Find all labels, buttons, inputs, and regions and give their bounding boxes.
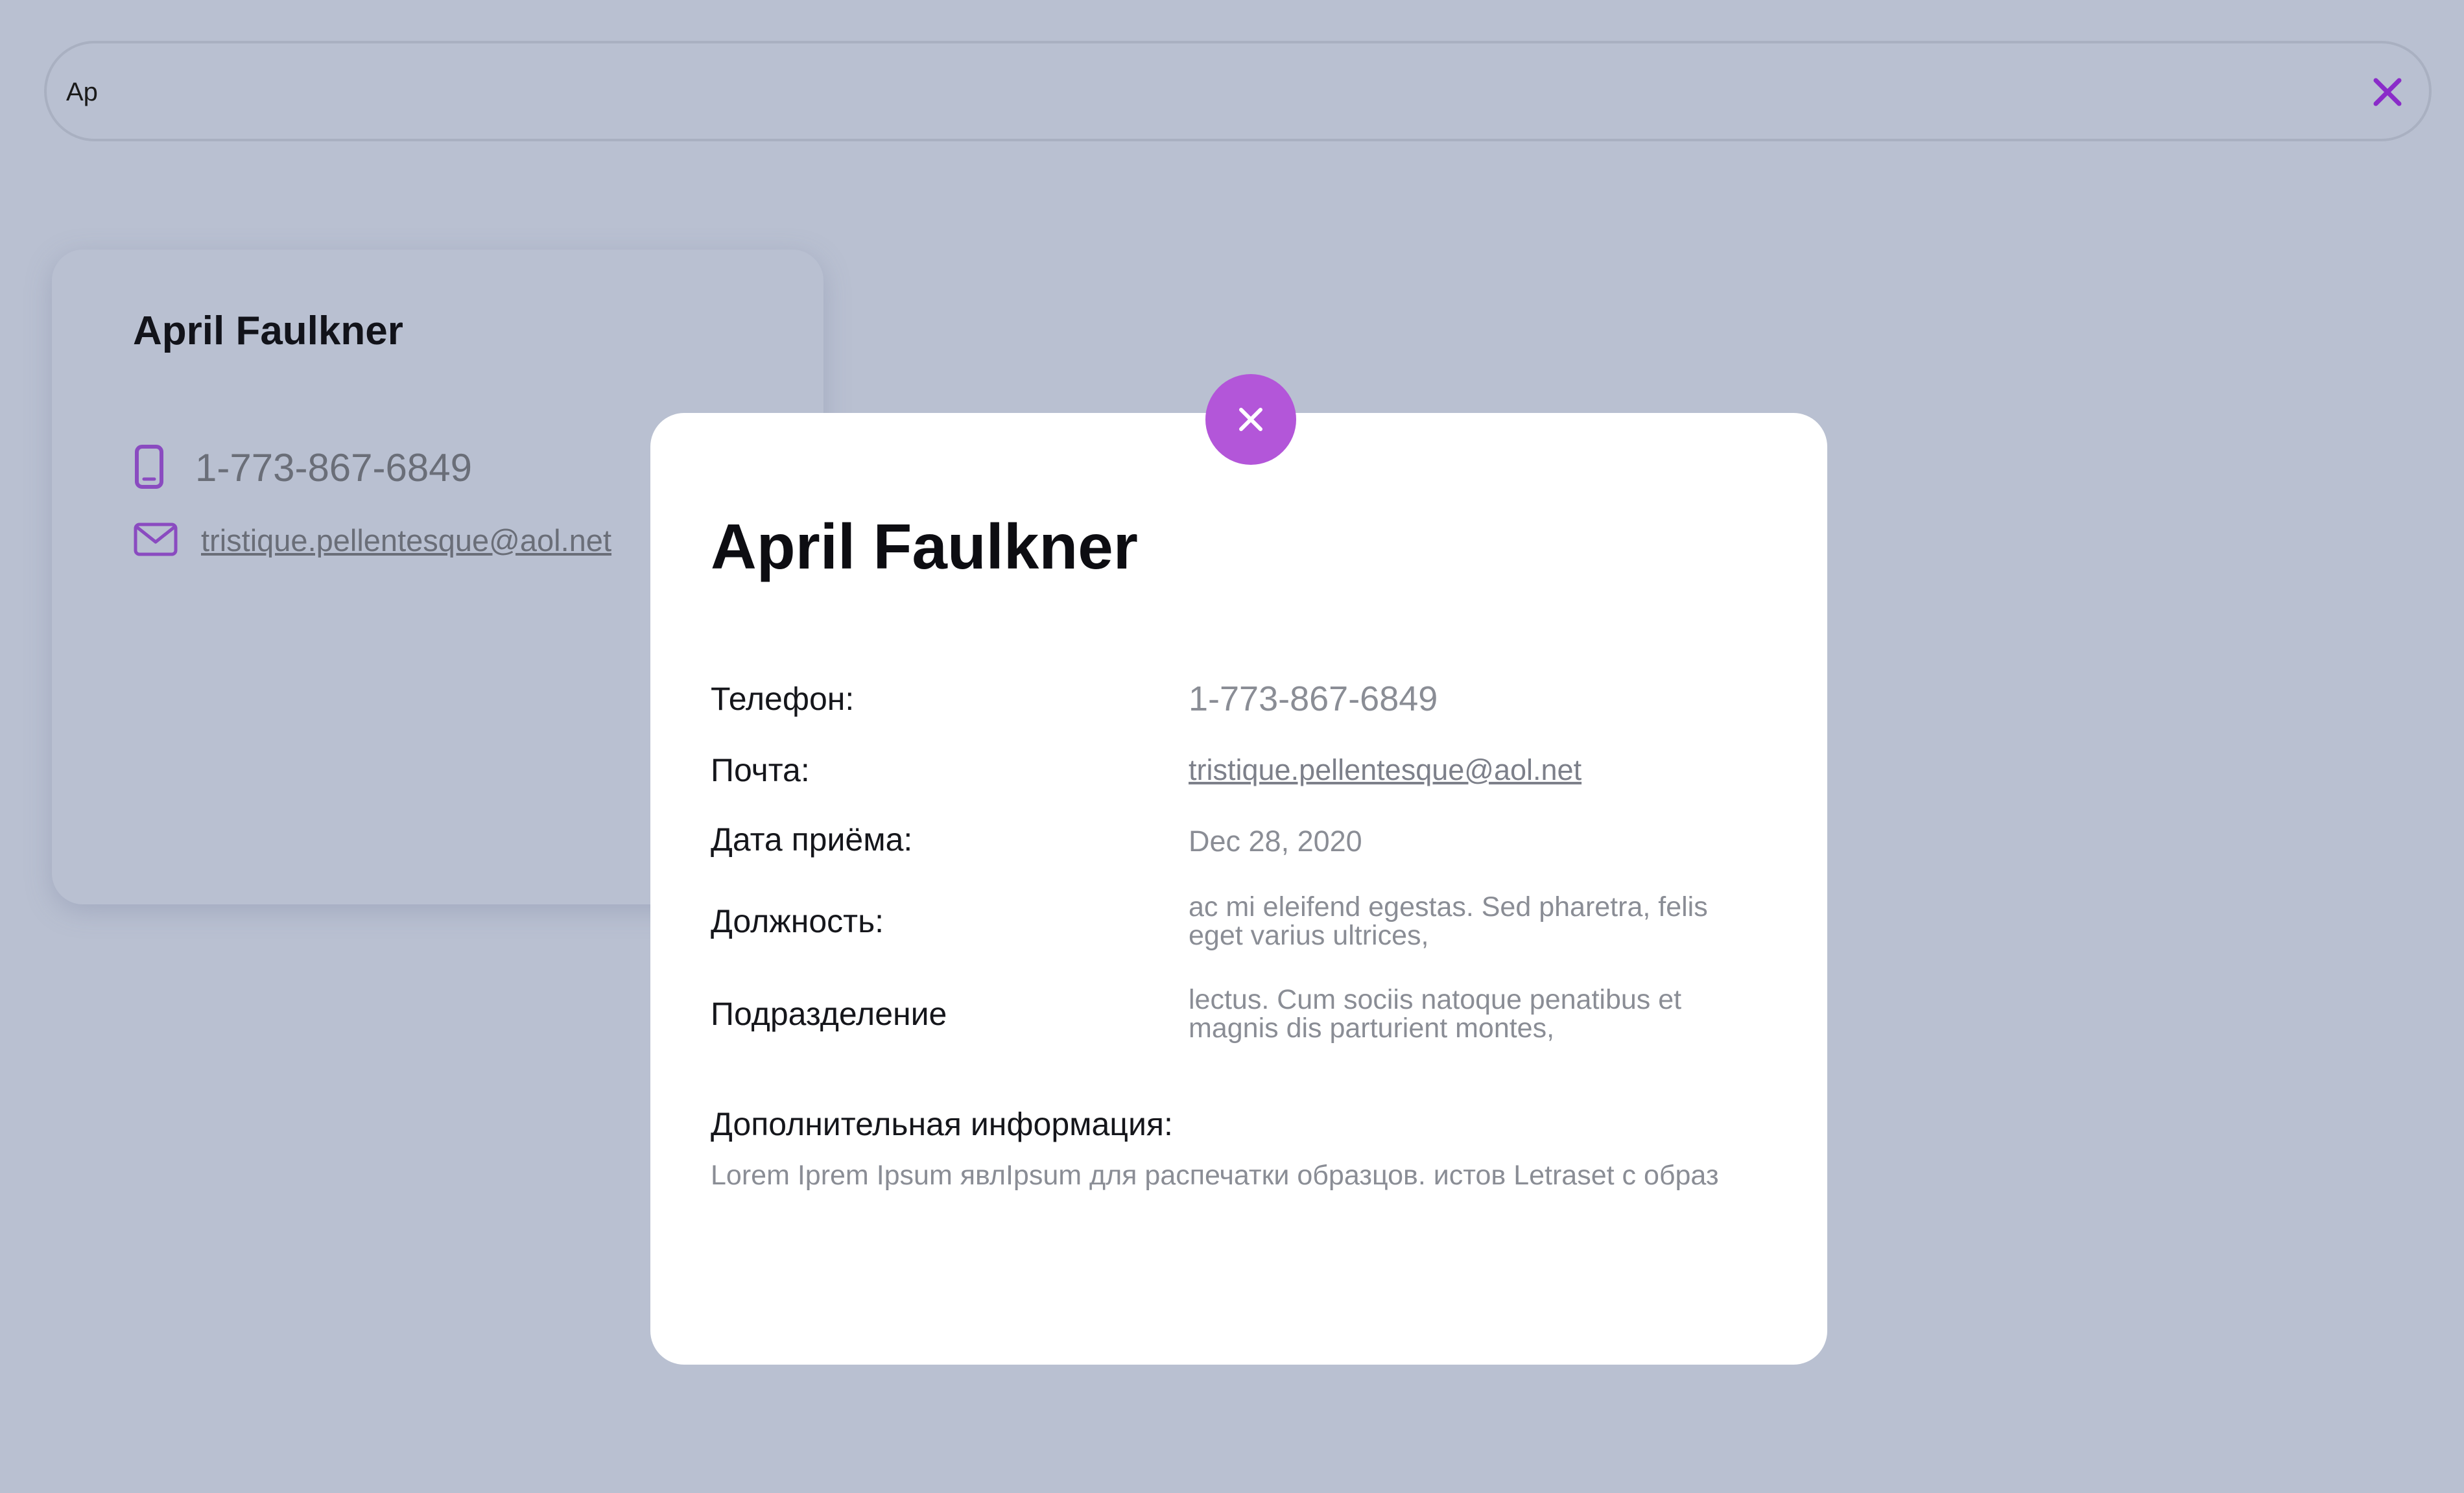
position-label: Должность: — [711, 903, 884, 939]
hire-date-value: Dec 28, 2020 — [1189, 825, 1362, 858]
search-bar — [44, 41, 2432, 141]
mail-icon — [134, 523, 178, 556]
division-value: lectus. Cum sociis natoque penatibus et … — [1189, 984, 1682, 1044]
close-icon — [2373, 78, 2402, 106]
contact-phone: 1-773-867-6849 — [195, 445, 473, 489]
hire-date-label: Дата приёма: — [711, 821, 913, 858]
contact-phone-row: 1-773-867-6849 — [133, 444, 472, 491]
phone-icon — [135, 445, 163, 489]
contact-email-row: tristique.pellentesque@aol.net — [133, 522, 611, 558]
phone-value: 1-773-867-6849 — [1189, 679, 1438, 718]
contact-name: April Faulkner — [133, 309, 403, 353]
modal-close-button[interactable] — [1205, 374, 1296, 465]
close-icon — [1239, 408, 1262, 431]
phone-label: Телефон: — [711, 681, 855, 717]
position-value: ac mi eleifend egestas. Sed pharetra, fe… — [1189, 891, 1708, 951]
contact-details-modal: April Faulkner Телефон: 1-773-867-6849 П… — [650, 374, 1827, 1365]
division-label: Подразделение — [711, 996, 947, 1032]
email-label: Почта: — [711, 752, 810, 788]
search-clear-button[interactable] — [2368, 73, 2407, 112]
email-link[interactable]: tristique.pellentesque@aol.net — [1189, 753, 1581, 787]
contact-email-link[interactable]: tristique.pellentesque@aol.net — [201, 523, 611, 558]
extra-info-text: Lorem Iprem Ipsum явлIpsum для распечатк… — [711, 1160, 1719, 1191]
modal-title: April Faulkner — [711, 511, 1138, 582]
search-input[interactable] — [66, 69, 2271, 115]
extra-info-label: Дополнительная информация: — [711, 1106, 1173, 1142]
